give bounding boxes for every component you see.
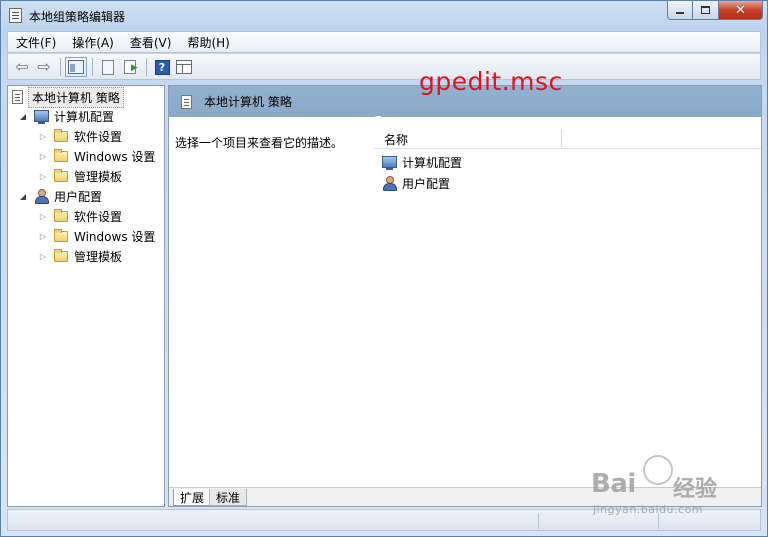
policy-editor-icon <box>9 8 22 23</box>
console-tree: 本地计算机 策略 ◢ 计算机配置 ▷ 软件设置 ▷ Windows 设置 ▷ 管… <box>7 85 165 507</box>
folder-icon <box>54 208 68 222</box>
paw-logo-icon <box>643 455 673 485</box>
column-header-name[interactable]: 名称 <box>384 131 408 148</box>
collapsed-arrow-icon[interactable]: ▷ <box>38 252 48 261</box>
status-divider <box>538 513 539 529</box>
computer-icon <box>382 156 397 170</box>
tree-item-label: 软件设置 <box>74 209 123 224</box>
tree-item-user-config[interactable]: ◢ 用户配置 <box>18 186 102 206</box>
folder-icon <box>54 148 68 162</box>
tree-item-software-settings[interactable]: ▷ 软件设置 <box>38 126 122 146</box>
tree-item-computer-config[interactable]: ◢ 计算机配置 <box>18 106 114 126</box>
user-icon <box>382 176 397 191</box>
tree-item-label: Windows 设置 <box>74 149 156 164</box>
expanded-arrow-icon[interactable]: ◢ <box>18 192 28 201</box>
column-divider[interactable] <box>561 129 562 147</box>
properties-icon <box>102 59 114 75</box>
menu-help[interactable]: 帮助(H) <box>179 34 237 51</box>
extended-view-icon <box>176 60 192 74</box>
tab-extended[interactable]: 扩展 <box>173 489 212 506</box>
collapsed-arrow-icon[interactable]: ▷ <box>38 172 48 181</box>
folder-icon <box>54 128 68 142</box>
folder-icon <box>54 168 68 182</box>
tab-standard[interactable]: 标准 <box>209 489 248 506</box>
toolbar-separator <box>60 58 61 76</box>
watermark-url: jingyan.baidu.com <box>593 503 704 516</box>
tree-item-label: Windows 设置 <box>74 229 156 244</box>
show-hide-tree-button[interactable] <box>65 57 87 77</box>
list-item-computer-config[interactable]: 计算机配置 <box>382 152 462 172</box>
tree-item-software-settings[interactable]: ▷ 软件设置 <box>38 206 122 226</box>
tree-item-label: 计算机配置 <box>54 109 115 124</box>
export-list-button[interactable] <box>120 57 140 77</box>
minimize-button[interactable] <box>667 1 693 20</box>
toolbar-separator <box>92 58 93 76</box>
tree-item-windows-settings[interactable]: ▷ Windows 设置 <box>38 226 155 246</box>
forward-button[interactable]: ⇨ <box>34 57 54 77</box>
list-item-user-config[interactable]: 用户配置 <box>382 173 450 193</box>
description-text: 选择一个项目来查看它的描述。 <box>175 136 344 150</box>
tree-item-label: 软件设置 <box>74 129 123 144</box>
minimize-icon <box>676 12 684 14</box>
forward-arrow-icon: ⇨ <box>37 57 51 76</box>
tree-item-label: 用户配置 <box>54 189 103 204</box>
tree-item-label: 本地计算机 策略 <box>28 86 124 108</box>
collapsed-arrow-icon[interactable]: ▷ <box>38 152 48 161</box>
tree-item-label: 管理模板 <box>74 249 123 264</box>
maximize-icon <box>701 6 710 14</box>
watermark-brand: Bai <box>591 469 636 499</box>
baidu-jingyan-watermark: Bai 经验 jingyan.baidu.com <box>591 453 741 523</box>
show-hide-tree-icon <box>65 57 87 77</box>
toolbar-separator <box>146 58 147 76</box>
close-icon: ✕ <box>735 2 746 18</box>
details-pane: 本地计算机 策略 选择一个项目来查看它的描述。 名称 计算机配置 用户配置 扩展… <box>168 85 762 507</box>
back-button[interactable]: ⇦ <box>12 57 32 77</box>
window-title: 本地组策略编辑器 <box>29 10 126 24</box>
tree-item-windows-settings[interactable]: ▷ Windows 设置 <box>38 146 155 166</box>
policy-document-icon <box>12 90 23 104</box>
computer-icon <box>34 110 49 124</box>
tree-item-label: 管理模板 <box>74 169 123 184</box>
item-list: 名称 计算机配置 用户配置 <box>374 117 761 489</box>
tree-item-admin-templates[interactable]: ▷ 管理模板 <box>38 246 122 266</box>
collapsed-arrow-icon[interactable]: ▷ <box>38 132 48 141</box>
policy-document-icon <box>181 94 192 109</box>
collapsed-arrow-icon[interactable]: ▷ <box>38 232 48 241</box>
maximize-button[interactable] <box>693 1 719 20</box>
extended-view-button[interactable] <box>174 57 194 77</box>
menu-bar: 文件(F) 操作(A) 查看(V) 帮助(H) <box>7 31 761 53</box>
window-controls: ✕ <box>667 1 763 20</box>
folder-icon <box>54 248 68 262</box>
back-arrow-icon: ⇦ <box>15 57 29 76</box>
collapsed-arrow-icon[interactable]: ▷ <box>38 212 48 221</box>
folder-icon <box>54 228 68 242</box>
menu-action[interactable]: 操作(A) <box>64 34 122 51</box>
watermark-brand-suffix: 经验 <box>673 477 718 502</box>
help-icon: ? <box>154 59 170 75</box>
user-icon <box>34 189 49 204</box>
list-header: 名称 <box>374 127 761 149</box>
details-header-title: 本地计算机 策略 <box>204 95 292 109</box>
command-annotation: gpedit.msc <box>419 67 563 96</box>
list-item-label: 计算机配置 <box>402 155 463 170</box>
menu-view[interactable]: 查看(V) <box>122 34 180 51</box>
app-window: 本地组策略编辑器 ✕ 文件(F) 操作(A) 查看(V) 帮助(H) ⇦ ⇨ ▶… <box>0 0 768 537</box>
export-list-icon <box>124 60 138 74</box>
tree-item-root[interactable]: 本地计算机 策略 <box>12 86 124 108</box>
expanded-arrow-icon[interactable]: ◢ <box>18 112 28 121</box>
menu-file[interactable]: 文件(F) <box>8 34 64 51</box>
list-item-label: 用户配置 <box>402 176 451 191</box>
description-area: 选择一个项目来查看它的描述。 <box>169 117 374 489</box>
help-button[interactable]: ? <box>152 57 172 77</box>
toolbar: ⇦ ⇨ ? <box>7 54 761 80</box>
title-bar[interactable]: 本地组策略编辑器 ✕ <box>1 1 767 31</box>
properties-button[interactable] <box>98 57 118 77</box>
tree-item-admin-templates[interactable]: ▷ 管理模板 <box>38 166 122 186</box>
close-button[interactable]: ✕ <box>719 1 763 20</box>
